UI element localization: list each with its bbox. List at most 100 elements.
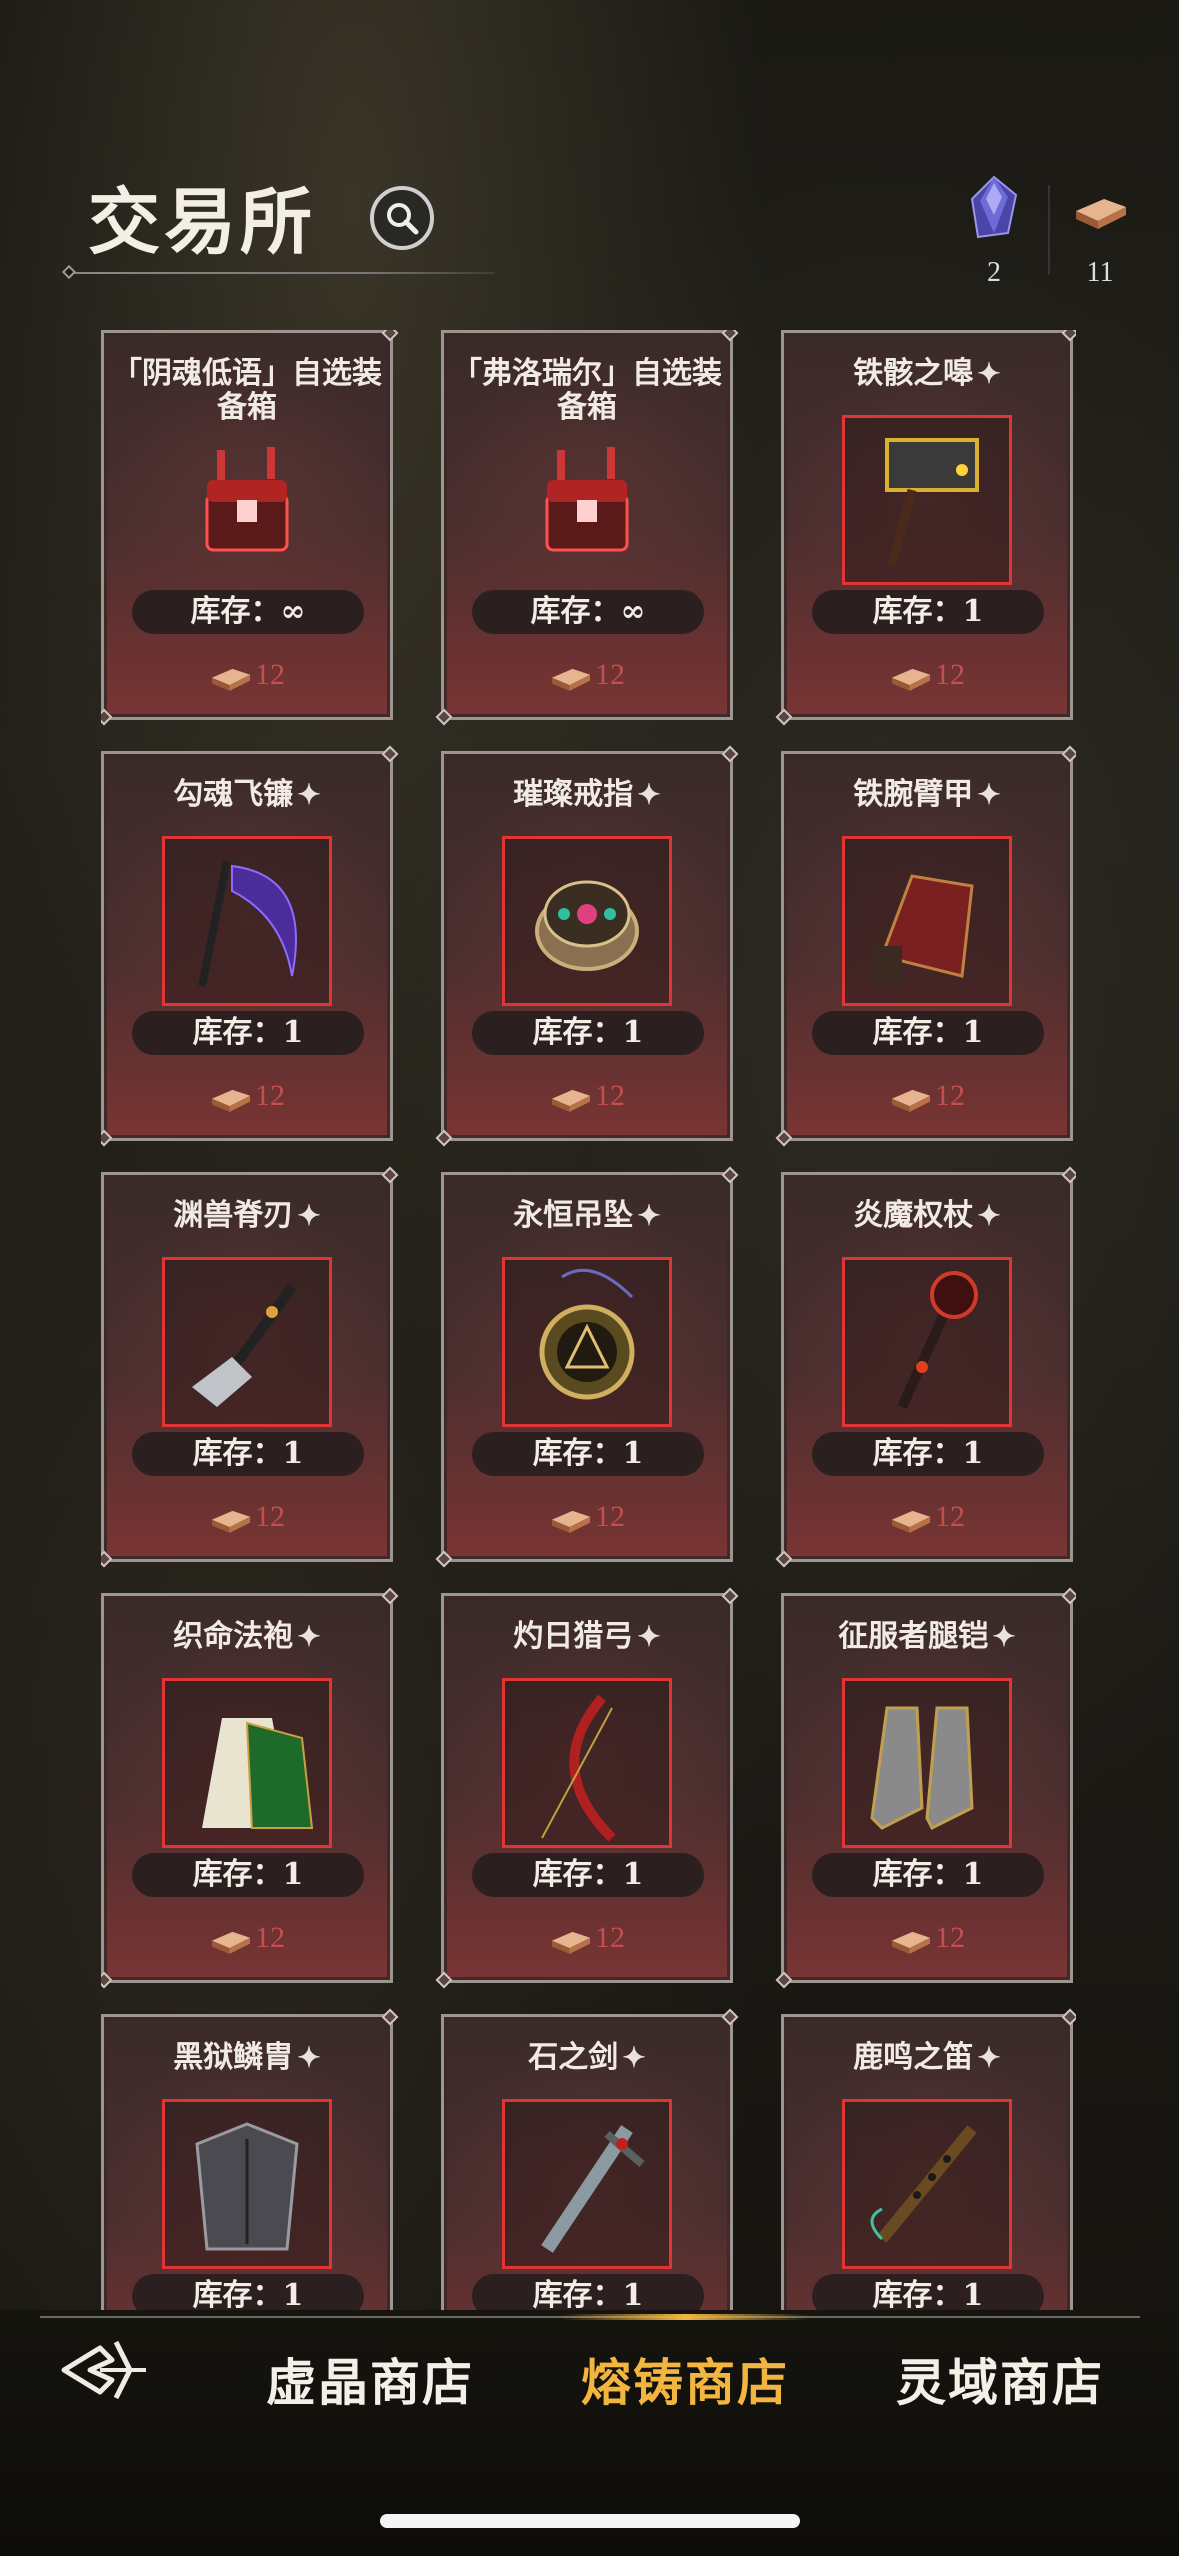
page-title: 交易所 — [88, 179, 317, 264]
item-name: 征服者腿铠 ✦ — [784, 1620, 1070, 1654]
item-card[interactable]: 「弗洛瑞尔」自选装备箱 库存：∞ 12 — [441, 330, 733, 720]
item-name-text: 「阴魂低语」自选装备箱 — [112, 356, 382, 425]
tab-spirit-shop[interactable]: 灵域商店 — [890, 2338, 1110, 2428]
ingot-icon — [551, 1511, 591, 1534]
item-price: 12 — [104, 1495, 390, 1539]
star-icon: ✦ — [637, 1199, 661, 1232]
ingot-icon — [551, 1932, 591, 1955]
item-price-value: 12 — [935, 1921, 965, 1954]
item-price: 12 — [104, 1074, 390, 1118]
item-name-text: 织命法袍 — [173, 1619, 294, 1654]
ingot-icon — [551, 1090, 591, 1113]
search-icon — [387, 203, 419, 235]
ingot-icon — [211, 1090, 251, 1113]
ingot-currency[interactable]: 11 — [1060, 175, 1140, 289]
item-card[interactable]: 「阴魂低语」自选装备箱 库存：∞ 12 — [101, 330, 393, 720]
item-name: 勾魂飞镰 ✦ — [104, 778, 390, 812]
item-name: 灼日猎弓 ✦ — [444, 1620, 730, 1654]
item-name-text: 石之剑 — [528, 2040, 619, 2075]
item-name-text: 炎魔权杖 — [853, 1198, 974, 1233]
item-name-text: 「弗洛瑞尔」自选装备箱 — [452, 356, 722, 425]
item-stock: 库存：1 — [812, 1432, 1044, 1476]
item-price-value: 12 — [255, 658, 285, 691]
item-name: 炎魔权杖 ✦ — [784, 1199, 1070, 1233]
item-card[interactable]: 征服者腿铠 ✦ 库存：1 12 — [781, 1593, 1073, 1983]
ingot-icon — [211, 1511, 251, 1534]
item-price: 12 — [104, 653, 390, 697]
item-price-value: 12 — [255, 1921, 285, 1954]
item-card[interactable]: 炎魔权杖 ✦ 库存：1 12 — [781, 1172, 1073, 1562]
ingot-icon — [211, 669, 251, 692]
item-name-text: 灼日猎弓 — [513, 1619, 634, 1654]
ingot-icon — [551, 669, 591, 692]
tab-forge-shop[interactable]: 熔铸商店 — [570, 2338, 800, 2428]
pendant-icon — [539, 1268, 635, 1400]
star-icon: ✦ — [297, 2041, 321, 2074]
item-card[interactable]: 石之剑✦ 库存：1 12 — [441, 2014, 733, 2310]
item-stock: 库存：1 — [812, 590, 1044, 634]
star-icon: ✦ — [297, 778, 321, 811]
item-card[interactable]: 铁骸之嗥 ✦ 库存：1 12 — [781, 330, 1073, 720]
item-card[interactable]: 黑狱鳞胄✦ 库存：1 12 — [101, 2014, 393, 2310]
crystal-count: 2 — [987, 257, 1001, 288]
item-card[interactable]: 渊兽脊刃 ✦ 库存：1 12 — [101, 1172, 393, 1562]
item-name: 铁腕臂甲 ✦ — [784, 778, 1070, 812]
item-price: 12 — [444, 1074, 730, 1118]
item-stock: 库存：1 — [132, 1011, 364, 1055]
item-card[interactable]: 灼日猎弓 ✦ 库存：1 12 — [441, 1593, 733, 1983]
star-icon: ✦ — [637, 1620, 661, 1653]
bracer-icon — [872, 874, 974, 986]
item-price-value: 12 — [595, 1500, 625, 1533]
item-name-text: 铁腕臂甲 — [853, 777, 974, 812]
active-tab-glow — [560, 2314, 810, 2320]
item-card[interactable]: 织命法袍 ✦ 库存：1 12 — [101, 1593, 393, 1983]
scythe-icon — [198, 860, 297, 987]
war-hammer-icon — [885, 438, 979, 567]
item-name-text: 铁骸之嗥 — [853, 356, 974, 391]
blade-icon — [192, 1284, 297, 1407]
star-icon: ✦ — [977, 2041, 1001, 2074]
armor-icon — [195, 2122, 299, 2251]
item-name: 璀璨戒指 ✦ — [444, 778, 730, 812]
ingot-icon — [211, 1932, 251, 1955]
search-button[interactable] — [370, 186, 434, 250]
item-card[interactable]: 鹿鸣之笛✦ 库存：1 12 — [781, 2014, 1073, 2310]
item-card[interactable]: 铁腕臂甲 ✦ 库存：1 12 — [781, 751, 1073, 1141]
item-stock: 库存：1 — [132, 1432, 364, 1476]
item-price: 12 — [444, 1916, 730, 1960]
ring-icon — [535, 880, 639, 971]
item-card[interactable]: 永恒吊坠 ✦ 库存：1 12 — [441, 1172, 733, 1562]
item-price: 12 — [784, 1495, 1070, 1539]
item-grid: 「阴魂低语」自选装备箱 库存：∞ 12 「弗洛瑞尔」自选装备箱 库存：∞ 12 … — [101, 330, 1076, 2310]
item-name: 鹿鸣之笛 ✦ — [784, 2041, 1070, 2075]
item-name-text: 渊兽脊刃 — [173, 1198, 294, 1233]
item-price: 12 — [784, 1074, 1070, 1118]
flute-icon — [870, 2125, 977, 2243]
item-price-value: 12 — [935, 1500, 965, 1533]
item-stock: 库存：1 — [812, 2274, 1044, 2310]
ingot-icon — [891, 1511, 931, 1534]
bow-icon — [541, 1694, 616, 1842]
item-name-text: 永恒吊坠 — [513, 1198, 634, 1233]
sword-icon — [541, 2125, 645, 2253]
item-name: 石之剑 ✦ — [444, 2041, 730, 2075]
star-icon: ✦ — [977, 778, 1001, 811]
item-name: 渊兽脊刃 ✦ — [104, 1199, 390, 1233]
nav-logo-button[interactable] — [60, 2338, 150, 2406]
item-stock: 库存：∞ — [472, 590, 704, 634]
item-stock: 库存：1 — [472, 2274, 704, 2310]
tab-crystal-shop[interactable]: 虚晶商店 — [260, 2338, 480, 2428]
star-icon: ✦ — [297, 1199, 321, 1232]
crystal-currency[interactable]: 2 — [954, 175, 1034, 289]
item-stock: 库存：1 — [472, 1853, 704, 1897]
item-card[interactable]: 勾魂飞镰 ✦ 库存：1 12 — [101, 751, 393, 1141]
item-stock: 库存：∞ — [132, 590, 364, 634]
item-price-value: 12 — [935, 1079, 965, 1112]
item-name-text: 鹿鸣之笛 — [853, 2040, 974, 2075]
item-name: 铁骸之嗥 ✦ — [784, 357, 1070, 391]
item-card[interactable]: 璀璨戒指 ✦ 库存：1 12 — [441, 751, 733, 1141]
ingot-icon — [1076, 199, 1126, 229]
item-name: 黑狱鳞胄 ✦ — [104, 2041, 390, 2075]
item-price-value: 12 — [595, 1079, 625, 1112]
home-indicator[interactable] — [380, 2514, 800, 2528]
